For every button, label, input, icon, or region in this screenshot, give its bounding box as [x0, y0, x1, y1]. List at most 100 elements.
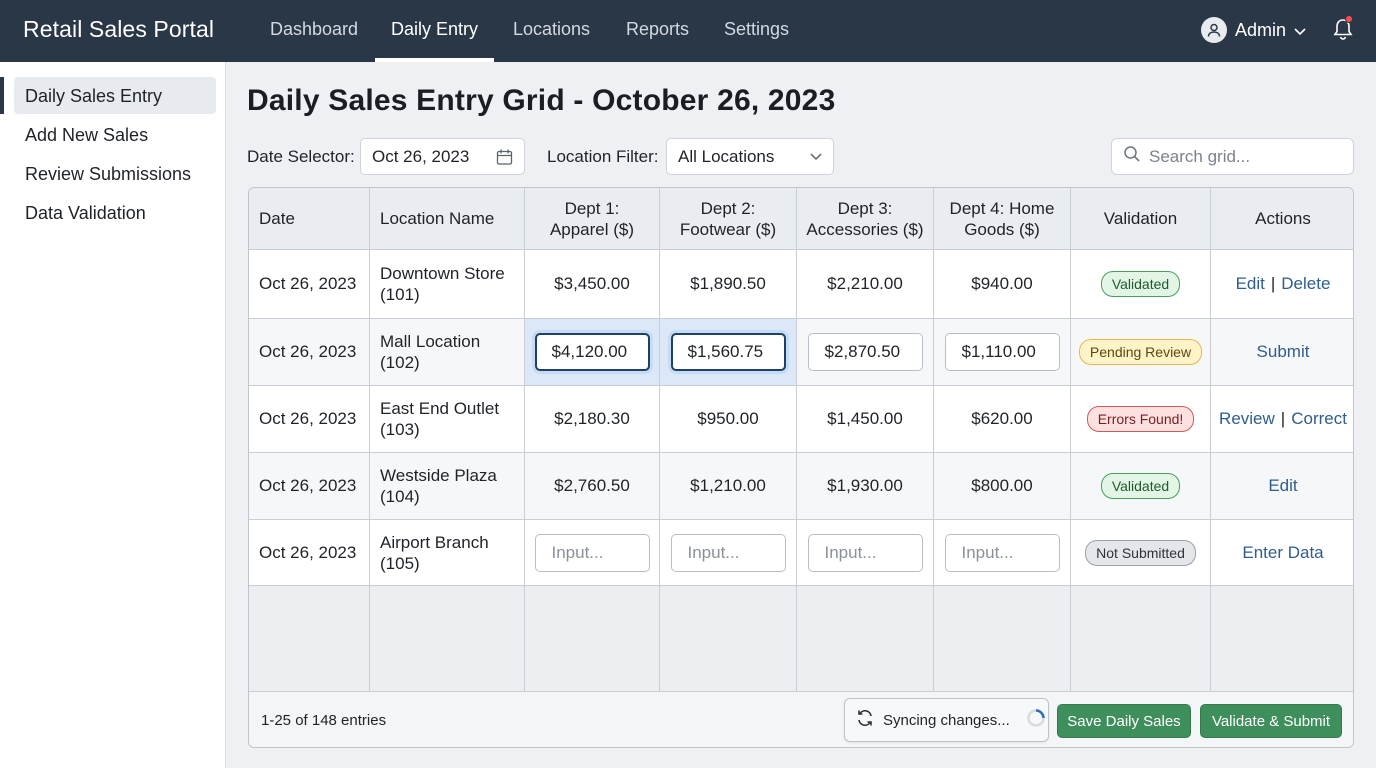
column-header-label: Goods ($): [964, 219, 1040, 239]
date-selector[interactable]: Oct 26, 2023: [360, 138, 525, 175]
dept1-input[interactable]: [534, 333, 650, 371]
validation-cell: Errors Found!: [1071, 386, 1211, 453]
dept2-input[interactable]: [670, 533, 786, 572]
dept3-cell: $1,930.00: [797, 453, 934, 520]
sidebar-item-review-submissions[interactable]: Review Submissions: [25, 164, 191, 185]
location-name: Airport Branch: [380, 532, 489, 552]
location-cell: Airport Branch (105): [370, 520, 525, 586]
nav-reports[interactable]: Reports: [626, 19, 689, 62]
location-cell: East End Outlet (103): [370, 386, 525, 453]
dept2-cell[interactable]: [660, 520, 797, 586]
column-header: Dept 2: Footwear ($): [660, 188, 797, 250]
column-header-label: Validation: [1103, 209, 1178, 228]
dept1-value: $2,760.50: [554, 476, 630, 495]
nav-settings[interactable]: Settings: [724, 19, 789, 62]
status-badge: Validated: [1100, 271, 1181, 297]
user-menu[interactable]: Admin: [1201, 16, 1306, 44]
chevron-down-icon: [810, 152, 822, 161]
validate-submit-button[interactable]: Validate & Submit: [1200, 704, 1342, 738]
validation-cell: Not Submitted: [1071, 520, 1211, 586]
empty-grid-cell: [249, 586, 370, 692]
dept3-cell[interactable]: [797, 319, 934, 386]
sidebar-item-add-new-sales[interactable]: Add New Sales: [25, 125, 148, 146]
dept4-cell[interactable]: [934, 520, 1071, 586]
dept2-cell[interactable]: [660, 319, 797, 386]
location-cell: Downtown Store (101): [370, 250, 525, 319]
dept2-value: $1,890.50: [690, 274, 766, 293]
empty-grid-cell: [1071, 586, 1211, 692]
dept4-value: $940.00: [971, 274, 1033, 293]
location-name: East End Outlet: [380, 399, 500, 418]
pagination-info: 1-25 of 148 entries: [261, 712, 387, 729]
dept1-input[interactable]: [534, 533, 650, 572]
location-name: (101): [380, 285, 420, 304]
dept2-cell: $1,890.50: [660, 250, 797, 319]
action-edit-link[interactable]: Edit: [1268, 476, 1297, 496]
dept1-cell[interactable]: [525, 319, 660, 386]
action-enter-data-link[interactable]: Enter Data: [1242, 543, 1323, 563]
nav-locations[interactable]: Locations: [513, 19, 590, 62]
sync-status: Syncing changes...: [844, 698, 1049, 742]
empty-grid-cell: [370, 586, 525, 692]
dept1-cell[interactable]: [525, 520, 660, 586]
column-header-label: Dept 2:: [700, 198, 756, 218]
search-input[interactable]: [1149, 146, 1339, 167]
search-icon: [1123, 145, 1141, 168]
dept3-cell[interactable]: [797, 520, 934, 586]
empty-grid-cell: [660, 586, 797, 692]
dept4-cell[interactable]: [934, 319, 1071, 386]
dept2-cell: $1,210.00: [660, 453, 797, 520]
action-edit-link[interactable]: Edit: [1236, 274, 1265, 294]
validation-cell: Pending Review: [1071, 319, 1211, 386]
nav-daily-entry[interactable]: Daily Entry: [374, 19, 495, 62]
column-header: Validation: [1071, 188, 1211, 250]
dept4-input[interactable]: [944, 333, 1060, 371]
status-badge: Errors Found!: [1086, 406, 1195, 432]
validation-cell: Validated: [1071, 250, 1211, 319]
nav-dashboard[interactable]: Dashboard: [270, 19, 358, 62]
dept2-value: $950.00: [697, 409, 759, 428]
sidebar-item-data-validation[interactable]: Data Validation: [25, 203, 146, 224]
location-name: (105): [380, 553, 420, 573]
column-header-label: Date: [259, 209, 295, 228]
column-header: Dept 4: Home Goods ($): [934, 188, 1071, 250]
dept4-value: $620.00: [971, 409, 1033, 428]
sidebar: Daily Sales Entry Add New Sales Review S…: [0, 62, 226, 768]
dept3-value: $1,930.00: [827, 476, 903, 495]
date-value: Oct 26, 2023: [259, 409, 357, 428]
search-box[interactable]: [1111, 138, 1354, 175]
location-name: (103): [380, 420, 420, 439]
dept3-input[interactable]: [807, 533, 923, 572]
action-submit-link[interactable]: Submit: [1257, 342, 1310, 362]
user-name: Admin: [1235, 19, 1287, 40]
spinner-icon: [1026, 708, 1046, 732]
dept3-value: $2,210.00: [827, 274, 903, 293]
column-header: Dept 1: Apparel ($): [525, 188, 660, 250]
action-delete-link[interactable]: Delete: [1281, 274, 1330, 294]
date-cell: Oct 26, 2023: [249, 453, 370, 520]
location-filter-label: Location Filter:: [547, 147, 659, 166]
location-filter-select[interactable]: All Locations: [666, 138, 834, 175]
date-selector-label: Date Selector:: [247, 147, 355, 166]
notification-dot: [1345, 15, 1353, 23]
sales-grid: Date Location Name Dept 1: Apparel ($) Dept …: [248, 187, 1354, 748]
dept3-input[interactable]: [807, 333, 923, 371]
dept2-input[interactable]: [670, 333, 786, 371]
dept1-cell: $3,450.00: [525, 250, 660, 319]
dept4-input[interactable]: [944, 533, 1060, 572]
column-header-label: Footwear ($): [679, 219, 777, 239]
dept4-value: $800.00: [971, 476, 1033, 495]
dept4-cell: $620.00: [934, 386, 1071, 453]
empty-grid-cell: [525, 586, 660, 692]
column-header-label: Dept 3:: [837, 198, 893, 218]
action-correct-link[interactable]: Correct: [1291, 409, 1347, 429]
sidebar-item-daily-sales-entry[interactable]: Daily Sales Entry: [25, 86, 162, 107]
dept1-cell: $2,180.30: [525, 386, 660, 453]
date-value: Oct 26, 2023: [259, 274, 357, 293]
calendar-icon: [496, 148, 513, 165]
validation-cell: Validated: [1071, 453, 1211, 520]
action-review-link[interactable]: Review: [1219, 409, 1275, 429]
location-name: Mall Location: [380, 332, 481, 351]
save-daily-sales-button[interactable]: Save Daily Sales: [1057, 704, 1191, 738]
column-header-label: Actions: [1255, 209, 1311, 228]
